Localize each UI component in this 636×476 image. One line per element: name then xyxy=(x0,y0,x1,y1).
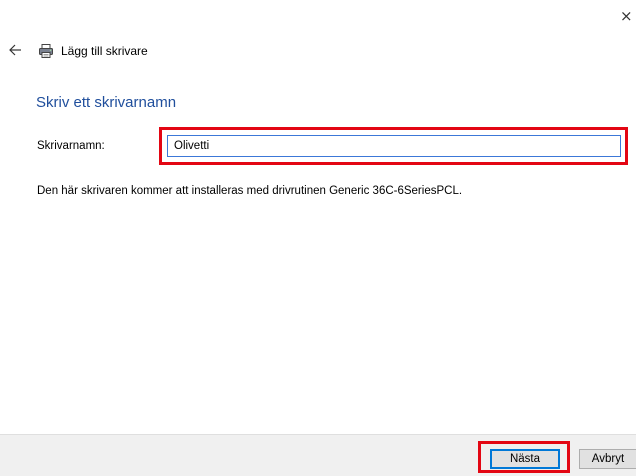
wizard-title: Lägg till skrivare xyxy=(61,44,148,58)
next-button[interactable]: Nästa xyxy=(490,449,560,469)
back-arrow-icon xyxy=(9,44,21,56)
printer-name-input[interactable] xyxy=(167,135,621,157)
cancel-button[interactable]: Avbryt xyxy=(579,449,636,469)
printer-name-label: Skrivarnamn: xyxy=(37,140,105,152)
back-button[interactable] xyxy=(8,41,26,59)
close-button[interactable]: × xyxy=(620,6,636,26)
close-icon: × xyxy=(620,7,633,25)
driver-info-text: Den här skrivaren kommer att installeras… xyxy=(37,185,463,197)
wizard-header: Lägg till skrivare xyxy=(38,42,148,60)
page-heading: Skriv ett skrivarnamn xyxy=(36,94,177,111)
printer-icon xyxy=(39,44,53,58)
